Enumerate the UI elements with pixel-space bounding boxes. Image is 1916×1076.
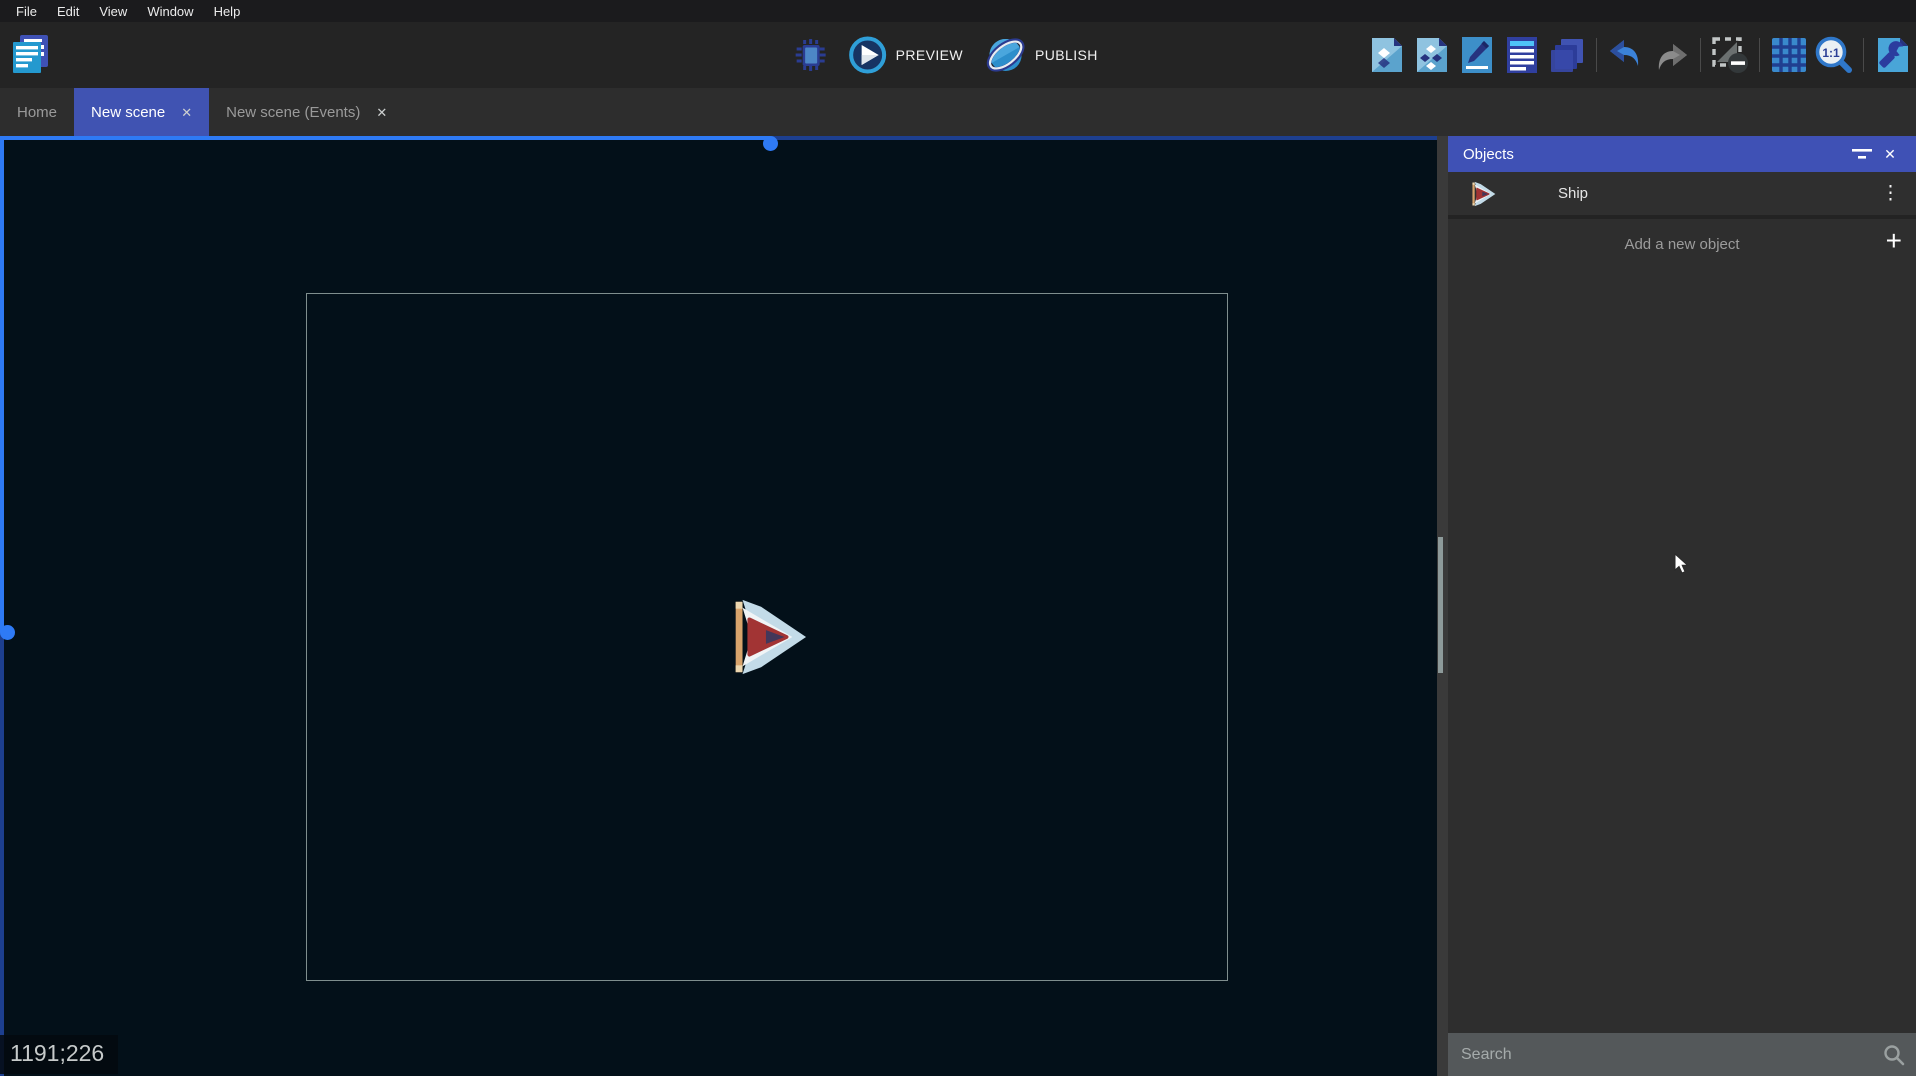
zoom-icon-label: 1:1: [1822, 46, 1840, 60]
instances-list-icon[interactable]: [1503, 36, 1541, 74]
toolbar-separator: [1863, 38, 1864, 72]
toolbar-center: PREVIEW PUBLISH: [794, 22, 1104, 88]
grid-icon[interactable]: [1770, 36, 1808, 74]
cursor-coordinates: 1191;226: [0, 1035, 118, 1074]
panel-splitter[interactable]: [1437, 136, 1448, 1076]
layers-icon[interactable]: [1548, 36, 1586, 74]
object-groups-icon[interactable]: [1413, 36, 1451, 74]
vertical-scrollbar[interactable]: [0, 136, 4, 1076]
editor-settings-icon[interactable]: [1874, 36, 1912, 74]
main-toolbar: PREVIEW PUBLISH: [0, 22, 1916, 88]
toolbar-right: 1:1: [1368, 22, 1912, 88]
horizontal-scrollbar[interactable]: [0, 136, 1437, 140]
close-icon[interactable]: ✕: [181, 106, 192, 119]
menu-view[interactable]: View: [89, 4, 137, 19]
objects-search-bar: [1448, 1033, 1916, 1076]
preview-label: PREVIEW: [896, 47, 963, 63]
toolbar-separator: [1596, 38, 1597, 72]
filter-icon[interactable]: [1848, 142, 1876, 166]
search-input[interactable]: [1448, 1046, 1882, 1064]
close-icon[interactable]: ✕: [1876, 142, 1904, 166]
horizontal-scrollbar-fill: [0, 136, 770, 140]
project-manager-icon[interactable]: [8, 32, 54, 78]
object-list-item-ship[interactable]: Ship ⋮: [1448, 172, 1916, 219]
objects-panel-icon[interactable]: [1368, 36, 1406, 74]
undo-icon[interactable]: [1607, 36, 1645, 74]
gdevelop-window: File Edit View Window Help: [0, 0, 1916, 1076]
editor-tabs: Home New scene ✕ New scene (Events) ✕: [0, 88, 1916, 136]
tab-new-scene-label: New scene: [91, 104, 165, 121]
tab-home-label: Home: [17, 104, 57, 121]
redo-icon[interactable]: [1652, 36, 1690, 74]
menu-help[interactable]: Help: [204, 4, 251, 19]
object-name: Ship: [1558, 185, 1865, 202]
play-icon: [848, 35, 888, 75]
add-object-label: Add a new object: [1624, 236, 1739, 253]
search-icon[interactable]: [1882, 1043, 1916, 1067]
tab-new-scene-events-label: New scene (Events): [226, 104, 360, 121]
menu-window[interactable]: Window: [137, 4, 203, 19]
horizontal-scrollbar-thumb[interactable]: [763, 136, 778, 151]
menu-file[interactable]: File: [6, 4, 47, 19]
tab-new-scene[interactable]: New scene ✕: [74, 88, 209, 136]
vertical-scrollbar-thumb[interactable]: [0, 625, 15, 640]
publish-label: PUBLISH: [1035, 47, 1098, 63]
objects-panel-title: Objects: [1463, 146, 1848, 163]
vertical-scrollbar-fill: [0, 136, 4, 632]
objects-panel: Objects ✕: [1448, 136, 1916, 1076]
globe-icon: [985, 34, 1027, 76]
add-object-row[interactable]: Add a new object +: [1448, 223, 1916, 266]
object-menu-icon[interactable]: ⋮: [1865, 182, 1916, 205]
tab-new-scene-events[interactable]: New scene (Events) ✕: [209, 88, 404, 136]
properties-icon[interactable]: [1458, 36, 1496, 74]
objects-panel-header: Objects ✕: [1448, 136, 1916, 172]
scene-canvas[interactable]: 1191;226: [0, 136, 1437, 1076]
debug-icon[interactable]: [794, 36, 832, 74]
menu-bar: File Edit View Window Help: [0, 0, 1916, 22]
zoom-1-1-icon[interactable]: 1:1: [1815, 36, 1853, 74]
tab-home[interactable]: Home: [0, 88, 74, 136]
ship-thumbnail-icon: [1468, 180, 1496, 208]
close-icon[interactable]: ✕: [376, 106, 387, 119]
clear-selection-icon[interactable]: [1711, 36, 1749, 74]
panel-scrollbar-thumb[interactable]: [1438, 537, 1443, 673]
toolbar-separator: [1700, 38, 1701, 72]
preview-button[interactable]: PREVIEW: [842, 31, 969, 79]
plus-icon[interactable]: +: [1886, 227, 1902, 255]
menu-edit[interactable]: Edit: [47, 4, 89, 19]
main-area: 1191;226 Objects ✕: [0, 136, 1916, 1076]
toolbar-separator: [1759, 38, 1760, 72]
publish-button[interactable]: PUBLISH: [979, 30, 1104, 80]
ship-instance[interactable]: [722, 594, 808, 680]
